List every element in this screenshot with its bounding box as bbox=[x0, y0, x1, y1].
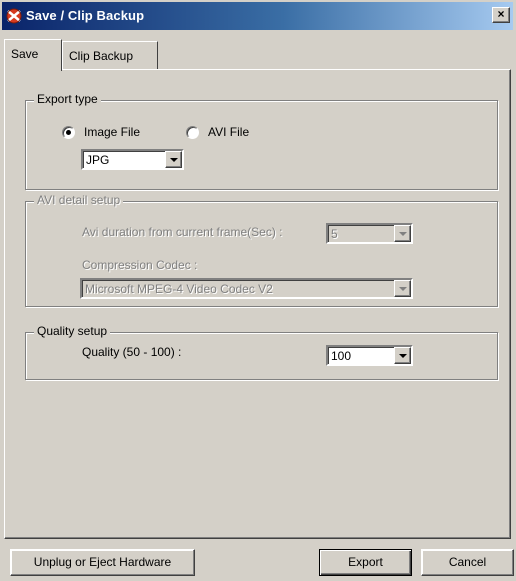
export-type-legend: Export type bbox=[34, 92, 101, 106]
avi-file-label[interactable]: AVI File bbox=[208, 125, 249, 139]
quality-value: 100 bbox=[331, 349, 352, 363]
chevron-down-icon[interactable] bbox=[394, 347, 411, 364]
chevron-down-icon bbox=[394, 225, 411, 242]
compression-codec-label: Compression Codec : bbox=[82, 258, 198, 272]
quality-label: Quality (50 - 100) : bbox=[82, 345, 182, 359]
radio-selected-dot bbox=[66, 130, 71, 135]
chevron-down-icon bbox=[394, 280, 411, 297]
quality-setup-group: Quality setup Quality (50 - 100) : 100 bbox=[25, 324, 498, 380]
compression-codec-select: Microsoft MPEG-4 Video Codec V2 bbox=[80, 278, 413, 299]
compression-codec-value: Microsoft MPEG-4 Video Codec V2 bbox=[85, 282, 273, 296]
chevron-down-icon[interactable] bbox=[165, 151, 182, 168]
image-format-select[interactable]: JPG bbox=[81, 149, 184, 170]
save-clip-backup-dialog: Save / Clip Backup × Save Clip Backup Ex… bbox=[0, 0, 516, 581]
save-tab-panel: Export type Image File AVI File JPG AVI … bbox=[4, 69, 511, 539]
image-file-label[interactable]: Image File bbox=[84, 125, 140, 139]
avi-duration-label: Avi duration from current frame(Sec) : bbox=[82, 225, 283, 239]
avi-duration-value: 5 bbox=[331, 227, 338, 241]
export-button[interactable]: Export bbox=[319, 549, 412, 576]
quality-setup-legend: Quality setup bbox=[34, 324, 111, 338]
title-bar[interactable]: Save / Clip Backup × bbox=[2, 2, 513, 30]
image-file-radio[interactable] bbox=[62, 126, 75, 139]
quality-select[interactable]: 100 bbox=[326, 345, 413, 366]
avi-file-radio[interactable] bbox=[186, 126, 199, 139]
window-title: Save / Clip Backup bbox=[26, 8, 145, 23]
avi-setup-group: AVI detail setup Avi duration from curre… bbox=[25, 193, 498, 307]
close-button[interactable]: × bbox=[492, 7, 510, 23]
tab-save[interactable]: Save bbox=[4, 39, 62, 71]
unplug-eject-hardware-button[interactable]: Unplug or Eject Hardware bbox=[10, 549, 195, 576]
image-format-value: JPG bbox=[86, 153, 110, 167]
close-icon: × bbox=[497, 7, 505, 21]
avi-duration-select: 5 bbox=[326, 223, 413, 244]
cancel-button[interactable]: Cancel bbox=[421, 549, 514, 576]
tab-clip-backup[interactable]: Clip Backup bbox=[62, 41, 158, 69]
avi-setup-legend: AVI detail setup bbox=[34, 193, 124, 207]
app-logo-icon bbox=[6, 8, 22, 24]
export-type-group: Export type Image File AVI File JPG bbox=[25, 92, 498, 190]
